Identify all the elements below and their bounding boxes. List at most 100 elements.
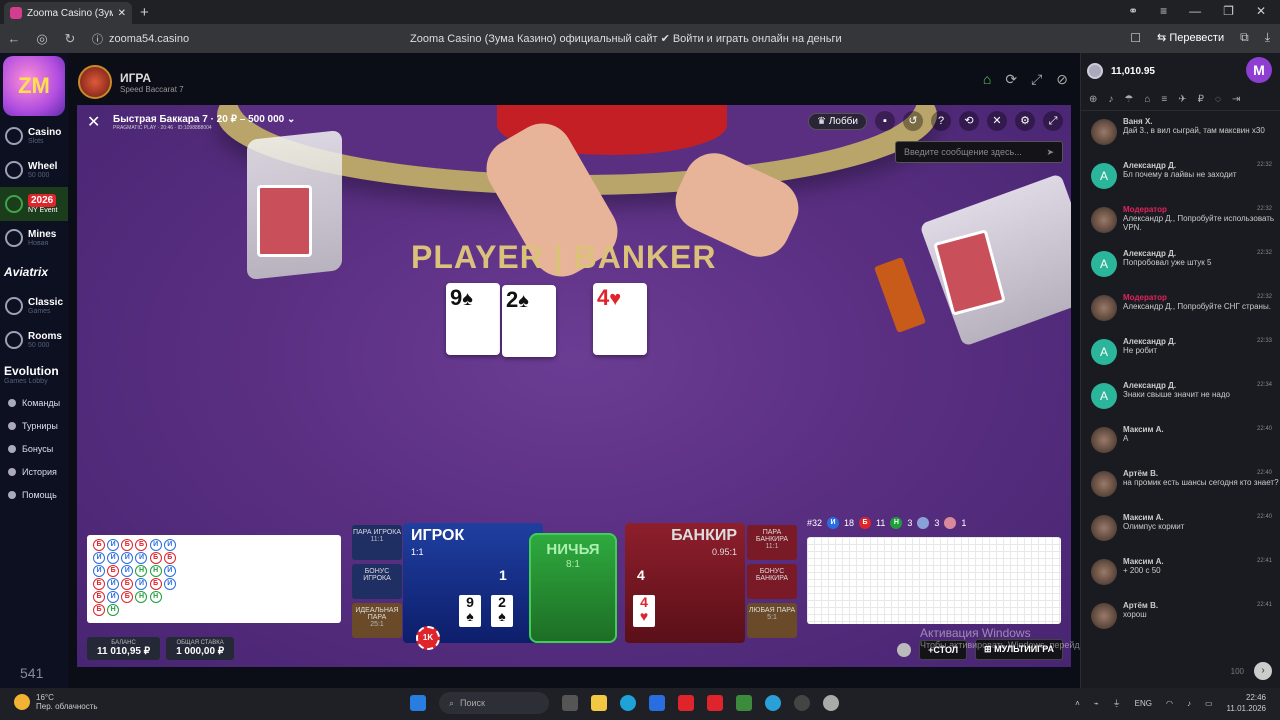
chat-message-input[interactable]: Введите сообщение здесь... ➤ <box>895 141 1063 163</box>
yandex-icon[interactable] <box>678 695 694 711</box>
big-road[interactable] <box>807 537 1061 624</box>
usb-icon[interactable]: ⏚ <box>1113 698 1121 709</box>
chat-username[interactable]: Ваня Х. <box>1123 117 1280 126</box>
chat-avatar[interactable] <box>1091 427 1117 453</box>
clock[interactable]: 22:46 11.01.2026 <box>1227 692 1266 714</box>
sidebar-item-evolution[interactable]: Evolution Games Lobby <box>0 357 68 391</box>
pair-player-bet[interactable]: ПАРА ИГРОКА 11:1 <box>352 525 402 560</box>
rain-icon[interactable]: ☂ <box>1124 94 1133 105</box>
app-icon-2[interactable] <box>794 695 810 711</box>
next-arrow-icon[interactable]: › <box>1254 662 1272 680</box>
download-icon[interactable]: ⤓ <box>1265 30 1270 45</box>
chat-avatar[interactable] <box>1091 515 1117 541</box>
collections-icon[interactable]: ⧉ <box>1240 30 1249 45</box>
ruble-icon[interactable]: ₽ <box>1198 94 1204 105</box>
casino-logo[interactable]: ZM <box>3 56 65 116</box>
chat-avatar[interactable]: A <box>1091 163 1117 189</box>
home-icon[interactable]: ⌂ <box>983 71 991 88</box>
volume-icon[interactable]: ♪ <box>1108 94 1113 105</box>
hide-icon[interactable]: ⊘ <box>1056 71 1068 88</box>
lobby-button[interactable]: ♛ Лобби <box>808 112 867 130</box>
settings-gear-icon[interactable]: ⚙ <box>1015 111 1035 131</box>
support-icon[interactable]: ◌ <box>1215 94 1221 105</box>
speaker-icon[interactable]: ♪ <box>1187 699 1191 708</box>
close-tab-icon[interactable]: ✕ <box>118 8 126 19</box>
sidebar-item-aviatrix[interactable]: Aviatrix <box>0 255 68 289</box>
edge-icon[interactable] <box>620 695 636 711</box>
chat-avatar[interactable] <box>1091 603 1117 629</box>
settings-gear-icon[interactable] <box>823 695 839 711</box>
chat-avatar[interactable]: A <box>1091 383 1117 409</box>
minimize-button[interactable]: — <box>1189 4 1201 18</box>
rotate-icon[interactable]: ⟲ <box>959 111 979 131</box>
app-icon[interactable] <box>736 695 752 711</box>
back-arrow-icon[interactable]: ← <box>0 31 28 46</box>
file-explorer-icon[interactable] <box>591 695 607 711</box>
exit-icon[interactable]: ⇥ <box>1232 94 1240 105</box>
chat-avatar[interactable]: A <box>1091 339 1117 365</box>
fullscreen-icon[interactable]: ⤢ <box>1043 111 1063 131</box>
sidebar-item-rooms[interactable]: Rooms 50 000 <box>0 323 68 357</box>
yandex-browser-icon[interactable] <box>707 695 723 711</box>
sidebar-item-mines[interactable]: Mines Новая <box>0 221 68 255</box>
fullscreen-icon[interactable]: ⤢ <box>1031 71 1042 88</box>
tray-chevron-icon[interactable]: ˄ <box>1075 699 1080 708</box>
menu-icon[interactable]: ≡ <box>1160 4 1167 18</box>
mute-icon[interactable]: ✕ <box>987 111 1007 131</box>
chat-avatar[interactable] <box>1091 207 1117 233</box>
weather-widget[interactable]: 16°C Пер. облачность <box>14 693 98 711</box>
battery-icon[interactable]: ▭ <box>1205 699 1213 708</box>
banker-bet-spot[interactable]: БАНКИР 0.95:1 4 4 ♥ <box>625 523 745 643</box>
site-info-icon[interactable]: ⓘ <box>92 31 103 47</box>
cart-icon[interactable]: ⌂ <box>1144 94 1150 105</box>
list-icon[interactable]: ≡ <box>1161 94 1167 105</box>
bonus-banker-bet[interactable]: БОНУС БАНКИРА <box>747 564 797 599</box>
sidebar-link-help[interactable]: Помощь <box>0 483 68 506</box>
sidebar-link-bonuses[interactable]: Бонусы <box>0 437 68 460</box>
game-name-dropdown[interactable]: Быстрая Баккара 7 · 20 ₽ – 500 000 ⌄ PRAG… <box>113 114 295 131</box>
telegram-icon[interactable] <box>765 695 781 711</box>
help-icon[interactable]: ? <box>931 111 951 131</box>
bet-chip[interactable]: 1K <box>416 626 440 650</box>
tie-bet-spot[interactable]: НИЧЬЯ 8:1 <box>529 533 617 643</box>
wifi-icon[interactable]: ◠ <box>1166 699 1173 708</box>
perfect-pair-bet[interactable]: ИДЕАЛЬНАЯ ПАРА 25:1 <box>352 603 402 638</box>
sidebar-link-teams[interactable]: Команды <box>0 391 68 414</box>
chat-icon[interactable]: ▪ <box>875 111 895 131</box>
reload-icon[interactable]: ↻ <box>56 31 84 47</box>
chat-avatar[interactable] <box>1091 119 1117 145</box>
bead-road[interactable]: БИИБББИИБИИНБИИБББИНИНИБНБНИБИИ <box>87 535 341 623</box>
maximize-button[interactable]: ❐ <box>1223 4 1234 18</box>
taskbar-search[interactable]: ⌕ Поиск <box>439 692 549 714</box>
task-view-icon[interactable] <box>562 695 578 711</box>
sidebar-item-ny-event[interactable]: 2026 NY Event <box>0 187 68 221</box>
store-icon[interactable] <box>649 695 665 711</box>
sidebar-link-history[interactable]: История <box>0 460 68 483</box>
network-icon[interactable]: ⌁ <box>1094 699 1099 708</box>
browser-tab[interactable]: Zooma Casino (Зума Ка ✕ <box>4 2 132 24</box>
sidebar-item-casino[interactable]: Casino Slots <box>0 119 68 153</box>
telegram-icon[interactable]: ✈ <box>1178 94 1186 105</box>
chat-avatar[interactable] <box>1091 471 1117 497</box>
sidebar-link-tournaments[interactable]: Турниры <box>0 414 68 437</box>
player-bet-spot[interactable]: ИГРОК 1:1 1 9 ♠ 2 ♠ <box>403 523 543 643</box>
translate-button[interactable]: ⇆ Перевести <box>1157 31 1224 44</box>
send-icon[interactable]: ➤ <box>1046 147 1054 158</box>
chat-avatar[interactable]: A <box>1091 251 1117 277</box>
protect-icon[interactable]: ◎ <box>28 31 56 47</box>
sidebar-item-classic[interactable]: Classic Games <box>0 289 68 323</box>
pair-banker-bet[interactable]: ПАРА БАНКИРА 11:1 <box>747 525 797 560</box>
any-pair-bet[interactable]: ЛЮБАЯ ПАРА 5:1 <box>747 603 797 638</box>
flag-icon[interactable]: ⊕ <box>1089 94 1097 105</box>
user-avatar[interactable]: M <box>1246 57 1272 83</box>
url-field[interactable]: ⓘ zooma54.casino <box>92 31 189 47</box>
bookmark-icon[interactable]: ☐ <box>1130 31 1141 45</box>
refresh-icon[interactable]: ⟳ <box>1005 71 1017 88</box>
sidebar-item-wheel[interactable]: Wheel 50 000 <box>0 153 68 187</box>
chat-avatar[interactable] <box>1091 295 1117 321</box>
eco-toggle[interactable] <box>897 642 912 657</box>
new-tab-button[interactable]: + <box>140 4 149 21</box>
profile-icon[interactable]: ⚭ <box>1128 4 1138 18</box>
windows-start-icon[interactable] <box>410 695 426 711</box>
chat-avatar[interactable] <box>1091 559 1117 585</box>
